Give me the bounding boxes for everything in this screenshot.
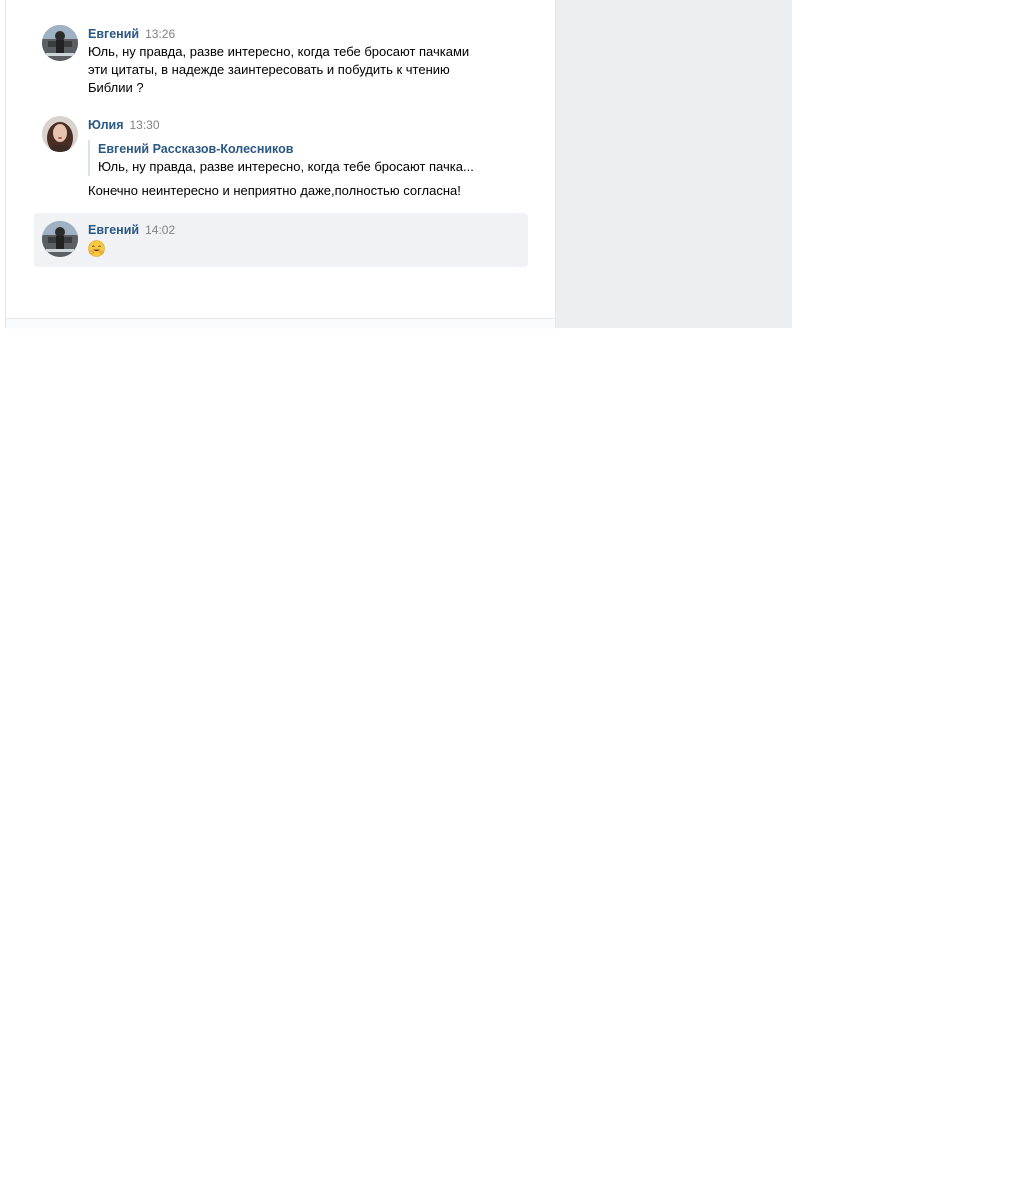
message-body: Евгений 14:02 xyxy=(88,221,518,262)
author-link[interactable]: Евгений xyxy=(88,223,139,237)
hugging-face-emoji-icon xyxy=(88,240,105,257)
message-line: Юль, ну правда, разве интересно, когда т… xyxy=(88,44,470,59)
message-item[interactable]: Юлия 13:30 Евгений Рассказов-Колесников Ю… xyxy=(34,114,528,208)
forwarded-author-link[interactable]: Евгений Рассказов-Колесников xyxy=(98,140,478,158)
avatar-evgeniy[interactable] xyxy=(42,25,78,61)
message-item-highlighted[interactable]: Евгений 14:02 xyxy=(34,213,528,267)
previous-message-fragment: … xyxy=(88,0,388,2)
message-line: эти цитаты, в надежде заинтересовать и п… xyxy=(88,62,450,77)
forwarded-text: Юль, ну правда, разве интересно, когда т… xyxy=(98,159,474,174)
right-sidebar xyxy=(556,0,792,328)
avatar-evgeniy[interactable] xyxy=(42,221,78,257)
message-time[interactable]: 13:30 xyxy=(130,118,160,132)
message-text: Конечно неинтересно и неприятно даже,пол… xyxy=(88,183,461,198)
message-header: Евгений 13:26 xyxy=(88,25,518,43)
message-body: Юлия 13:30 Евгений Рассказов-Колесников Ю… xyxy=(88,116,518,200)
message-text xyxy=(88,239,518,262)
message-item[interactable]: Евгений 13:26 Юль, ну правда, разве интер… xyxy=(34,22,528,102)
message-header: Евгений 14:02 xyxy=(88,221,518,239)
avatar-yulia[interactable] xyxy=(42,116,78,152)
author-link[interactable]: Юлия xyxy=(88,118,124,132)
message-text: Юль, ну правда, разве интересно, когда т… xyxy=(88,43,518,97)
message-header: Юлия 13:30 xyxy=(88,116,518,134)
message-body: Евгений 13:26 Юль, ну правда, разве интер… xyxy=(88,25,518,97)
forwarded-message[interactable]: Евгений Рассказов-Колесников Юль, ну пра… xyxy=(88,140,478,176)
composer-area[interactable] xyxy=(6,318,555,329)
message-time[interactable]: 14:02 xyxy=(145,223,175,237)
author-link[interactable]: Евгений xyxy=(88,27,139,41)
message-line: Библии ? xyxy=(88,80,144,95)
chat-panel: … Евгений 13:26 Юль, ну правда, разве инт… xyxy=(5,0,556,329)
message-time[interactable]: 13:26 xyxy=(145,27,175,41)
